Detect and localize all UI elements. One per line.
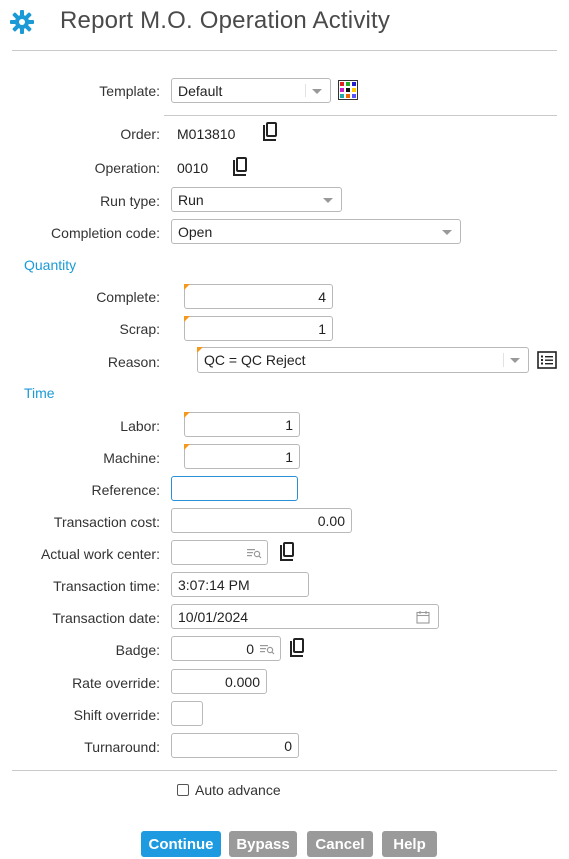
title-bar: Report M.O. Operation Activity [0,0,569,48]
actual-work-center-input[interactable] [171,540,268,565]
transaction-date-value: 10/01/2024 [178,608,249,625]
scrap-value: 1 [318,320,326,337]
turnaround-value: 0 [284,737,292,754]
badge-value: 0 [246,640,254,657]
rate-override-label: Rate override: [72,675,160,691]
order-label: Order: [120,126,160,142]
copy-icon[interactable] [262,122,278,142]
reason-value: QC = QC Reject [204,352,306,368]
bypass-button[interactable]: Bypass [229,831,297,857]
chevron-down-icon [510,358,520,363]
chevron-down-icon [442,229,452,235]
machine-value: 1 [285,448,293,465]
title-divider [12,50,557,51]
template-value: Default [178,82,223,99]
transaction-cost-value: 0.00 [317,512,345,529]
shift-override-label: Shift override: [73,707,160,723]
quantity-heading: Quantity [24,257,77,273]
copy-icon[interactable] [279,542,295,562]
run-type-label: Run type: [100,193,160,209]
labor-value: 1 [285,416,293,433]
transaction-date-label: Transaction date: [52,610,160,626]
list-icon[interactable] [537,351,557,369]
reason-select[interactable]: QC = QC Reject [197,347,529,373]
turnaround-input[interactable]: 0 [171,733,299,758]
machine-label: Machine: [103,450,160,466]
continue-button[interactable]: Continue [141,831,221,857]
run-type-select[interactable]: Run [171,187,342,212]
badge-label: Badge: [115,642,160,658]
auto-advance[interactable]: Auto advance [177,782,281,798]
reason-label: Reason: [107,354,160,370]
complete-value: 4 [318,288,326,305]
template-select[interactable]: Default [171,78,331,103]
rate-override-value: 0.000 [224,673,260,690]
rate-override-input[interactable]: 0.000 [171,669,267,694]
reference-label: Reference: [91,482,160,498]
scrap-label: Scrap: [119,321,160,337]
labor-input[interactable]: 1 [184,412,300,437]
gear-icon [10,10,34,34]
turnaround-label: Turnaround: [84,739,160,755]
transaction-cost-label: Transaction cost: [53,514,160,530]
template-grid-icon[interactable] [338,80,358,100]
help-button[interactable]: Help [382,831,437,857]
completion-code-label: Completion code: [51,225,160,241]
lookup-icon[interactable] [259,643,275,655]
complete-input[interactable]: 4 [184,284,333,309]
badge-input[interactable]: 0 [171,636,281,661]
transaction-time-input[interactable]: 3:07:14 PM [171,572,309,597]
completion-code-value: Open [178,223,213,240]
operation-label: Operation: [94,160,160,176]
order-value: M013810 [177,126,236,142]
operation-value: 0010 [177,160,209,176]
auto-advance-checkbox[interactable] [177,784,189,796]
shift-override-input[interactable] [171,701,203,726]
transaction-time-value: 3:07:14 PM [178,576,250,593]
time-heading: Time [24,385,55,401]
actual-work-center-label: Actual work center: [40,546,160,562]
copy-icon[interactable] [232,157,248,177]
labor-label: Labor: [120,418,160,434]
template-label: Template: [99,83,160,99]
transaction-time-label: Transaction time: [53,578,160,594]
copy-icon[interactable] [289,638,305,658]
page-title: Report M.O. Operation Activity [60,7,391,34]
chevron-down-icon [312,88,322,94]
run-type-value: Run [178,191,204,208]
cancel-button[interactable]: Cancel [307,831,373,857]
lookup-icon[interactable] [246,547,262,559]
transaction-date-input[interactable]: 10/01/2024 [171,604,439,629]
scrap-input[interactable]: 1 [184,316,333,341]
transaction-cost-input[interactable]: 0.00 [171,508,352,533]
machine-input[interactable]: 1 [184,444,300,469]
template-divider [164,115,557,116]
bottom-divider [12,770,557,771]
complete-label: Complete: [96,289,160,305]
calendar-icon[interactable] [416,610,430,624]
auto-advance-label: Auto advance [195,782,281,798]
completion-code-select[interactable]: Open [171,219,461,244]
reference-input[interactable] [171,476,298,501]
chevron-down-icon [323,197,333,203]
